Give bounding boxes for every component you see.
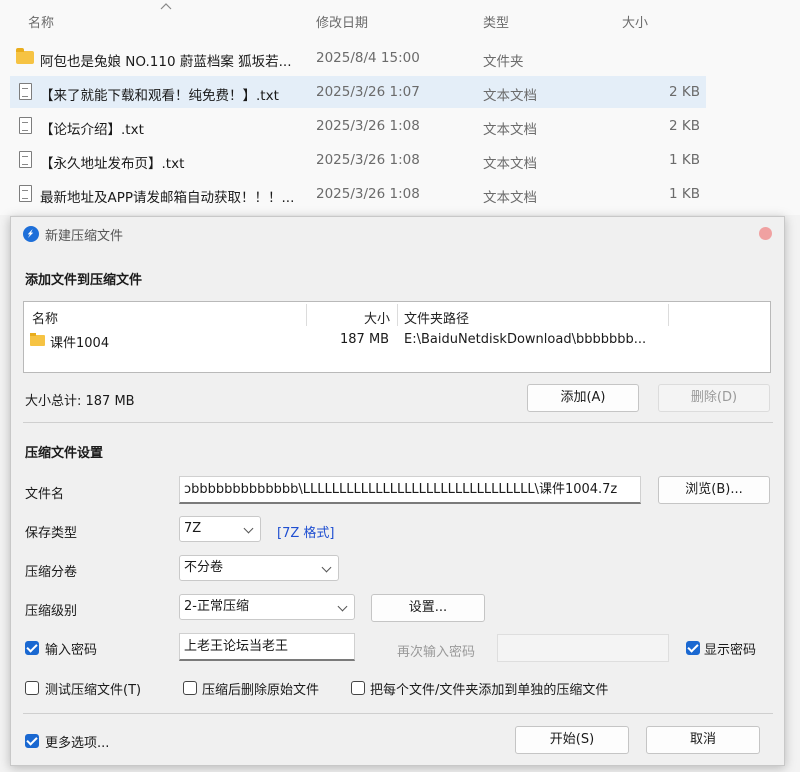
file-list-col-name[interactable]: 名称 — [32, 308, 58, 327]
total-size-label: 大小总计: 187 MB — [25, 394, 135, 409]
file-list-row-size: 187 MB — [340, 332, 390, 347]
divider — [23, 422, 773, 423]
text-file-icon — [19, 117, 32, 134]
row-size: 1 KB — [669, 152, 700, 168]
row-date: 2025/3/26 1:08 — [316, 152, 420, 168]
test-archive-checkbox[interactable] — [25, 681, 39, 695]
more-options-checkbox[interactable] — [25, 734, 39, 748]
dialog-titlebar[interactable]: 新建压缩文件 — [11, 217, 784, 251]
save-type-select[interactable]: 7Z — [179, 516, 261, 542]
explorer-row[interactable]: 【来了就能下载和观看！纯免费！】.txt 2025/3/26 1:07 文本文档… — [10, 76, 706, 108]
explorer-row[interactable]: 【论坛介绍】.txt 2025/3/26 1:08 文本文档 2 KB — [10, 110, 706, 142]
folder-icon — [30, 333, 45, 346]
start-button[interactable]: 开始(S) — [515, 726, 629, 754]
divider — [23, 713, 773, 714]
sort-up-icon — [160, 3, 172, 10]
level-label: 压缩级别 — [25, 604, 78, 619]
settings-section-title: 压缩文件设置 — [25, 446, 104, 461]
chevron-down-icon — [243, 523, 254, 534]
show-password-checkbox[interactable] — [686, 641, 700, 655]
password-repeat-placeholder: 再次输入密码 — [397, 645, 476, 660]
more-options-label: 更多选项... — [45, 736, 110, 751]
row-date: 2025/3/26 1:08 — [316, 186, 420, 202]
compression-settings-button[interactable]: 设置... — [371, 594, 485, 622]
row-size: 2 KB — [669, 118, 700, 134]
file-list-col-size[interactable]: 大小 — [364, 308, 390, 327]
text-file-icon — [19, 185, 32, 202]
add-section-title: 添加文件到压缩文件 — [25, 273, 143, 288]
row-date: 2025/3/26 1:07 — [316, 84, 420, 100]
file-list-col-path[interactable]: 文件夹路径 — [404, 308, 469, 327]
cancel-button[interactable]: 取消 — [646, 726, 760, 754]
column-type[interactable]: 类型 — [483, 12, 509, 31]
row-date: 2025/3/26 1:08 — [316, 118, 420, 134]
explorer-row[interactable]: 【永久地址发布页】.txt 2025/3/26 1:08 文本文档 1 KB — [10, 144, 706, 176]
save-type-value: 7Z — [184, 521, 202, 536]
row-type: 文本文档 — [483, 122, 537, 138]
text-file-icon — [19, 151, 32, 168]
folder-icon — [16, 48, 34, 64]
row-size: 1 KB — [669, 186, 700, 202]
show-password-label: 显示密码 — [704, 643, 757, 658]
row-name: 最新地址及APP请发邮箱自动获取！！！... — [40, 190, 295, 206]
file-list-row-name: 课件1004 — [50, 336, 110, 351]
explorer-column-header: 名称 修改日期 类型 大小 — [0, 0, 800, 40]
delete-after-checkbox[interactable] — [183, 681, 197, 695]
row-size: 2 KB — [669, 84, 700, 100]
column-size[interactable]: 大小 — [622, 12, 648, 31]
row-name: 【论坛介绍】.txt — [40, 122, 144, 138]
column-date[interactable]: 修改日期 — [316, 12, 368, 31]
file-explorer: 名称 修改日期 类型 大小 阿包也是兔娘 NO.110 蔚蓝档案 狐坂若... … — [0, 0, 800, 215]
archive-file-list[interactable]: 名称 大小 文件夹路径 课件1004 187 MB E:\BaiduNetdis… — [23, 301, 771, 373]
chevron-down-icon — [321, 562, 332, 573]
delete-button[interactable]: 删除(D) — [658, 384, 770, 412]
split-select[interactable]: 不分卷 — [179, 555, 339, 581]
format-link[interactable]: [7Z 格式] — [277, 522, 334, 541]
explorer-row[interactable]: 最新地址及APP请发邮箱自动获取！！！... 2025/3/26 1:08 文本… — [10, 178, 706, 210]
browse-button[interactable]: 浏览(B)... — [658, 476, 770, 504]
row-type: 文件夹 — [483, 54, 524, 70]
save-type-label: 保存类型 — [25, 526, 78, 541]
column-separator — [306, 304, 307, 326]
column-separator — [397, 304, 398, 326]
row-type: 文本文档 — [483, 190, 537, 206]
column-name[interactable]: 名称 — [28, 12, 54, 31]
file-list-header: 名称 大小 文件夹路径 — [24, 302, 770, 328]
filename-label: 文件名 — [25, 487, 65, 502]
new-archive-dialog: 新建压缩文件 添加文件到压缩文件 名称 大小 文件夹路径 课件1004 187 … — [10, 216, 785, 766]
row-name: 阿包也是兔娘 NO.110 蔚蓝档案 狐坂若... — [40, 54, 292, 70]
chevron-down-icon — [337, 601, 348, 612]
add-button[interactable]: 添加(A) — [527, 384, 639, 412]
row-type: 文本文档 — [483, 88, 537, 104]
level-select[interactable]: 2-正常压缩 — [179, 594, 355, 620]
enter-password-label: 输入密码 — [45, 643, 98, 658]
dialog-title: 新建压缩文件 — [45, 229, 124, 244]
column-separator — [668, 304, 669, 326]
each-separate-checkbox[interactable] — [351, 681, 365, 695]
split-label: 压缩分卷 — [25, 565, 78, 580]
filename-input[interactable]: ɔbbbbbbbbbbbbb\LLLLLLLLLLLLLLLLLLLLLLLLL… — [179, 476, 641, 504]
each-separate-label: 把每个文件/文件夹添加到单独的压缩文件 — [370, 683, 609, 698]
row-name: 【永久地址发布页】.txt — [40, 156, 185, 172]
row-type: 文本文档 — [483, 156, 537, 172]
password-repeat-input[interactable] — [497, 634, 669, 662]
file-list-row-path: E:\BaiduNetdiskDownload\bbbbbbb... — [404, 332, 647, 347]
split-value: 不分卷 — [184, 560, 224, 575]
test-archive-label: 测试压缩文件(T) — [45, 683, 142, 698]
delete-after-label: 压缩后删除原始文件 — [202, 683, 320, 698]
close-button[interactable] — [759, 227, 772, 240]
row-name: 【来了就能下载和观看！纯免费！】.txt — [40, 88, 279, 104]
level-value: 2-正常压缩 — [184, 599, 249, 614]
app-logo-icon — [23, 226, 39, 242]
password-input[interactable]: 上老王论坛当老王 — [179, 633, 355, 661]
enter-password-checkbox[interactable] — [25, 641, 39, 655]
text-file-icon — [19, 83, 32, 100]
explorer-row[interactable]: 阿包也是兔娘 NO.110 蔚蓝档案 狐坂若... 2025/8/4 15:00… — [10, 42, 706, 74]
row-date: 2025/8/4 15:00 — [316, 50, 420, 66]
